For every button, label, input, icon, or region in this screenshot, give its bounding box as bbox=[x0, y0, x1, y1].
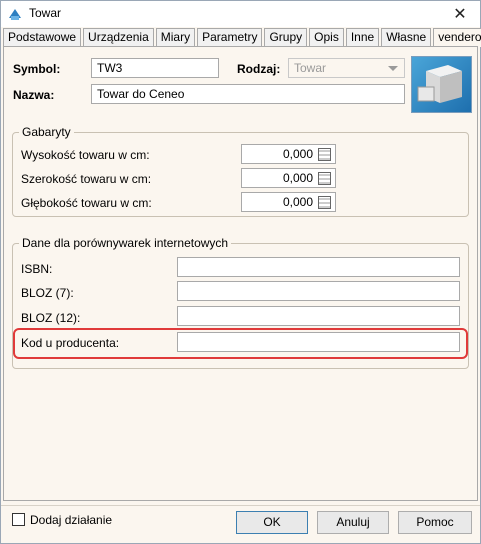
tab-podstawowe[interactable]: Podstawowe bbox=[3, 28, 82, 46]
glebokosc-value: 0,000 bbox=[282, 195, 313, 209]
rodzaj-label: Rodzaj: bbox=[237, 62, 281, 76]
box-icon bbox=[417, 65, 462, 103]
tab-wlasne[interactable]: Własne bbox=[381, 28, 432, 46]
rodzaj-value: Towar bbox=[294, 61, 327, 75]
bloz7-label: BLOZ (7): bbox=[21, 286, 74, 300]
symbol-label: Symbol: bbox=[13, 62, 61, 76]
close-button[interactable]: ✕ bbox=[446, 3, 474, 25]
pomoc-button[interactable]: Pomoc bbox=[398, 511, 472, 534]
window-title: Towar bbox=[29, 6, 62, 20]
symbol-input[interactable]: TW3 bbox=[91, 58, 219, 78]
bloz12-input[interactable] bbox=[177, 306, 460, 326]
nazwa-input[interactable]: Towar do Ceneo bbox=[91, 84, 405, 104]
wysokosc-label: Wysokość towaru w cm: bbox=[21, 148, 150, 162]
tab-grupy[interactable]: Grupy bbox=[264, 28, 308, 46]
bloz7-input[interactable] bbox=[177, 281, 460, 301]
ok-button[interactable]: OK bbox=[236, 511, 308, 534]
dialog-window: Towar ✕ Podstawowe Urządzenia Miary Para… bbox=[0, 0, 481, 544]
tab-urzadzenia[interactable]: Urządzenia bbox=[83, 28, 154, 46]
chevron-down-icon bbox=[388, 66, 398, 71]
tab-opis[interactable]: Opis bbox=[309, 28, 344, 46]
close-icon: ✕ bbox=[453, 6, 467, 23]
title-bar: Towar ✕ bbox=[1, 1, 480, 27]
tab-miary[interactable]: Miary bbox=[155, 28, 196, 46]
nazwa-label: Nazwa: bbox=[13, 88, 55, 102]
product-image[interactable] bbox=[411, 56, 472, 113]
tab-parametry[interactable]: Parametry bbox=[197, 28, 263, 46]
tab-bar: Podstawowe Urządzenia Miary Parametry Gr… bbox=[3, 28, 481, 47]
bloz12-label: BLOZ (12): bbox=[21, 311, 81, 325]
calculator-icon[interactable] bbox=[318, 148, 331, 161]
szerokosc-label: Szerokość towaru w cm: bbox=[21, 172, 152, 186]
tab-inne[interactable]: Inne bbox=[345, 28, 380, 46]
footer-divider bbox=[1, 505, 480, 506]
app-icon bbox=[9, 9, 21, 20]
isbn-input[interactable] bbox=[177, 257, 460, 277]
wysokosc-input[interactable]: 0,000 bbox=[241, 144, 336, 164]
porownywarki-legend: Dane dla porównywarek internetowych bbox=[22, 236, 229, 250]
wysokosc-value: 0,000 bbox=[282, 147, 313, 161]
glebokosc-label: Głębokość towaru w cm: bbox=[21, 196, 152, 210]
glebokosc-input[interactable]: 0,000 bbox=[241, 192, 336, 212]
szerokosc-value: 0,000 bbox=[282, 171, 313, 185]
gabaryty-legend: Gabaryty bbox=[22, 125, 71, 139]
calculator-icon[interactable] bbox=[318, 172, 331, 185]
tab-vendero[interactable]: vendero bbox=[433, 28, 481, 47]
dodaj-dzialanie-checkbox[interactable] bbox=[12, 513, 25, 526]
anuluj-button[interactable]: Anuluj bbox=[317, 511, 389, 534]
szerokosc-input[interactable]: 0,000 bbox=[241, 168, 336, 188]
dodaj-dzialanie-label[interactable]: Dodaj działanie bbox=[30, 513, 112, 527]
rodzaj-select[interactable]: Towar bbox=[288, 58, 405, 78]
kod-producenta-label: Kod u producenta: bbox=[21, 336, 120, 350]
calculator-icon[interactable] bbox=[318, 196, 331, 209]
kod-producenta-input[interactable] bbox=[177, 332, 460, 352]
isbn-label: ISBN: bbox=[21, 262, 53, 276]
